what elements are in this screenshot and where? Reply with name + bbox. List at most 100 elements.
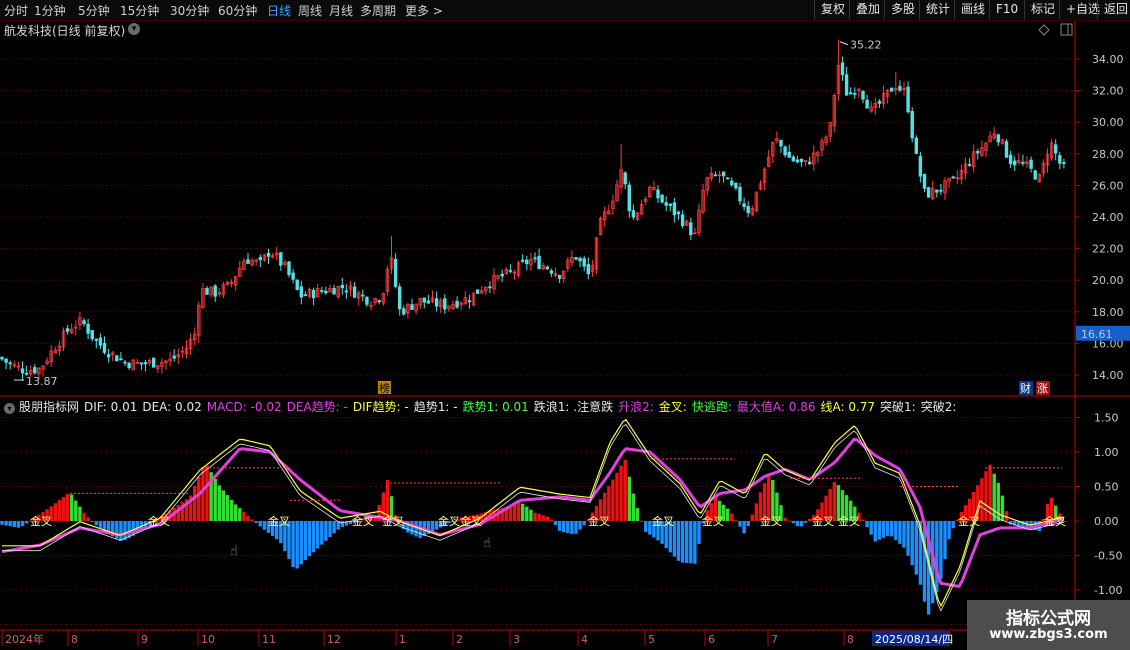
macd-bar — [12, 521, 16, 527]
macd-bar — [996, 482, 1000, 521]
xaxis-label: 8 — [847, 633, 854, 646]
candle-body — [488, 286, 492, 289]
current-price-label: 16.61 — [1081, 328, 1113, 341]
candle-body — [123, 361, 127, 364]
candle-body — [672, 202, 677, 216]
candle-body — [861, 90, 865, 100]
candle-body — [951, 176, 955, 179]
candle-body — [295, 279, 299, 290]
indicator-field-0: DIF: 0.01 — [84, 400, 138, 414]
macd-bar — [545, 516, 549, 521]
indicator-field-8: 升浪2: — [618, 400, 654, 414]
macd-bar — [869, 521, 873, 535]
candle-body — [808, 161, 812, 165]
macd-bar — [553, 521, 558, 526]
macd-bar — [734, 520, 738, 522]
xaxis-label: 11 — [262, 633, 276, 646]
hand-pointer-icon: ☝ — [483, 536, 491, 551]
macd-bar — [324, 521, 328, 541]
macd-bar — [316, 521, 320, 549]
candle-body — [1008, 154, 1013, 165]
macd-bar — [311, 521, 316, 553]
candle-body — [508, 270, 513, 272]
macd-bar — [205, 465, 209, 521]
macd-bar — [340, 521, 344, 528]
macd-bar — [611, 479, 615, 521]
dif-line — [2, 418, 1065, 608]
candle-body — [332, 288, 336, 295]
candle-body — [795, 159, 800, 163]
macd-bar — [430, 521, 435, 532]
macd-bar — [90, 521, 94, 522]
xaxis-label: 6 — [708, 633, 715, 646]
dea-line — [1, 437, 1065, 589]
macd-bar — [619, 465, 623, 521]
cai-badge: 财 — [1020, 381, 1031, 395]
indicator-toggle-icon[interactable]: ▾ — [4, 403, 15, 414]
xaxis-label: 5 — [648, 633, 655, 646]
indicator-field-2: MACD: -0.02 — [206, 400, 282, 414]
zhang-badge: 涨 — [1037, 382, 1048, 395]
candle-body — [291, 272, 295, 280]
panel-toggle-icon[interactable] — [1060, 23, 1073, 36]
golden-cross-label: 金叉 — [812, 514, 834, 528]
macd-bar — [4, 521, 8, 526]
golden-cross-label: 金叉 — [382, 514, 404, 528]
macd-bar — [644, 521, 648, 532]
candle-body — [266, 252, 271, 257]
candle-body — [730, 180, 734, 186]
macd-bar — [627, 476, 631, 521]
candle-body — [713, 174, 718, 177]
xaxis-label: 2024年 — [5, 632, 44, 646]
macd-bar — [795, 521, 800, 527]
candle-body — [127, 362, 131, 369]
candle-body — [205, 287, 209, 295]
candle-body — [521, 259, 525, 262]
watermark: 指标公式网 www.zbgs3.com — [967, 600, 1130, 650]
macd-bar — [119, 521, 123, 542]
candle-body — [910, 111, 914, 139]
golden-cross-label: 金叉 — [958, 514, 980, 528]
watermark-title: 指标公式网 — [1006, 609, 1091, 629]
golden-cross-label: 金叉 — [460, 514, 482, 528]
macd-bar — [873, 521, 877, 542]
candle-body — [918, 156, 923, 177]
macd-bar — [193, 486, 197, 521]
price-tick-label: 14.00 — [1092, 369, 1124, 382]
macd-bar — [20, 521, 25, 527]
candle-body — [742, 203, 746, 208]
macd-bar — [877, 521, 882, 540]
indicator-tick-label: 0.00 — [1094, 515, 1119, 528]
macd-bar — [291, 521, 295, 568]
macd-bar — [78, 506, 82, 521]
candle-body — [680, 214, 685, 226]
macd-bar — [574, 521, 578, 534]
candle-body — [279, 252, 283, 266]
macd-bar — [738, 521, 742, 527]
candle-body — [139, 362, 144, 365]
macd-bar — [750, 514, 754, 521]
macd-bar — [808, 518, 812, 521]
candle-body — [402, 308, 406, 315]
indicator-field-7: 跌浪1: .注意跌 — [533, 400, 614, 414]
macd-bar — [250, 519, 254, 521]
candle-body — [90, 330, 94, 340]
candle-body — [410, 304, 414, 310]
macd-bar — [947, 521, 951, 540]
chart-canvas: 34.0032.0030.0028.0026.0024.0022.0020.00… — [0, 21, 1130, 646]
xaxis-label: 1 — [399, 633, 406, 646]
macd-bar — [623, 459, 627, 521]
macd-bar — [885, 521, 890, 536]
macd-bar — [258, 521, 262, 527]
candle-body — [578, 257, 582, 262]
macd-bar — [131, 521, 135, 536]
candle-body — [172, 355, 176, 359]
candle-body — [898, 85, 902, 91]
indicator-tick-label: 1.00 — [1094, 446, 1119, 459]
diamond-icon[interactable] — [1038, 24, 1050, 36]
candle-body — [840, 62, 845, 76]
candle-body — [844, 74, 849, 96]
indicator-field-13: 突破1: — [880, 400, 916, 414]
price-tick-label: 26.00 — [1092, 179, 1124, 192]
watermark-url: www.zbgs3.com — [989, 627, 1108, 642]
